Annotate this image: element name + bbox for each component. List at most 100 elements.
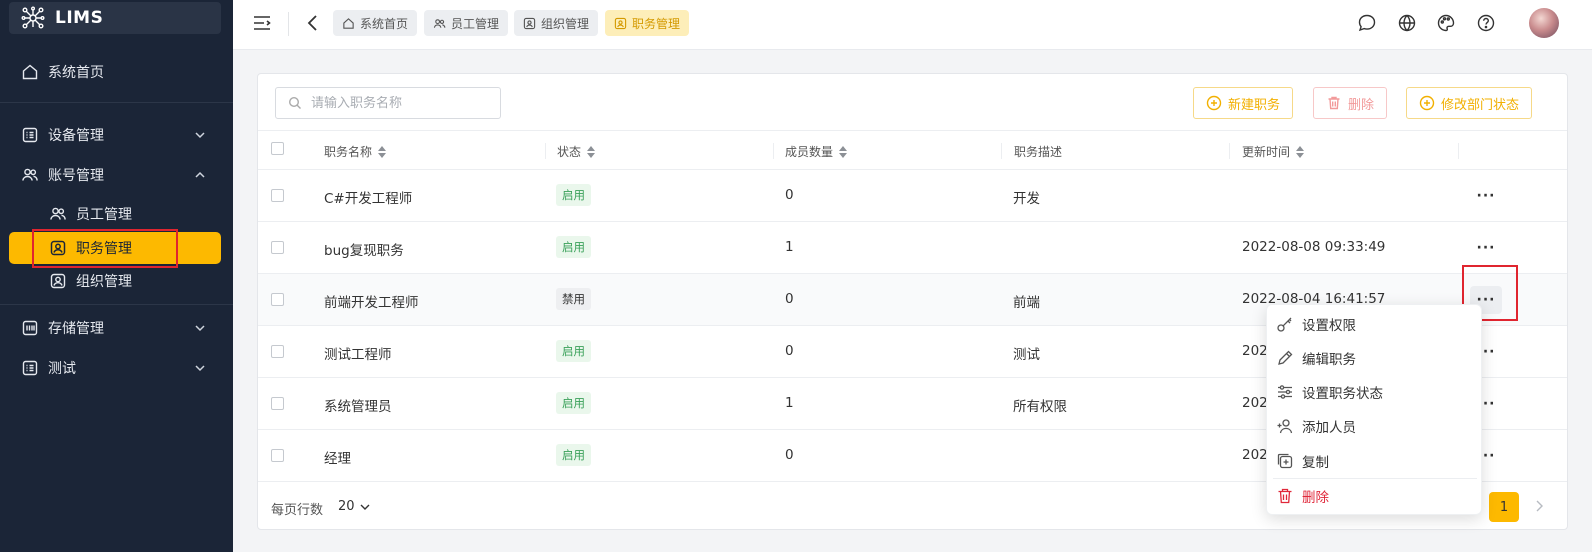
member-count: 0 — [785, 447, 794, 463]
new-position-button[interactable]: 新建职务 — [1193, 87, 1294, 119]
sidebar-item-label: 设备管理 — [48, 128, 104, 144]
updated-time: 202 — [1242, 343, 1268, 359]
list-icon — [21, 359, 39, 377]
sort-icon — [378, 145, 387, 158]
trash-icon — [1278, 488, 1292, 504]
column-header-updated[interactable]: 更新时间 — [1242, 143, 1305, 160]
column-divider — [773, 143, 774, 159]
rows-per-page-label: 每页行数 — [271, 503, 324, 518]
app-title: LIMS — [55, 8, 104, 28]
menu-item-set-permissions[interactable]: 设置权限 — [1267, 307, 1483, 341]
change-department-status-button[interactable]: 修改部门状态 — [1406, 87, 1533, 119]
new-position-label: 新建职务 — [1228, 97, 1281, 113]
list-icon — [21, 126, 39, 144]
user-avatar[interactable] — [1529, 8, 1559, 38]
search-field[interactable] — [275, 87, 501, 119]
sort-icon — [587, 145, 596, 158]
badge-icon — [523, 17, 536, 29]
sidebar-item-home[interactable]: 系统首页 — [9, 56, 221, 88]
change-status-label: 修改部门状态 — [1441, 97, 1520, 113]
chevron-right-icon[interactable] — [1531, 498, 1547, 514]
page-button-current[interactable]: 1 — [1489, 492, 1519, 522]
sort-icon — [1296, 145, 1305, 158]
home-icon — [343, 17, 354, 29]
updated-time: 202 — [1242, 395, 1268, 411]
status-badge: 启用 — [556, 236, 591, 258]
row-checkbox[interactable] — [271, 345, 284, 358]
column-divider — [1458, 143, 1459, 159]
sidebar-item-organizations[interactable]: 组织管理 — [9, 265, 221, 297]
breadcrumb-positions[interactable]: 职务管理 — [605, 10, 690, 36]
sidebar-item-label: 账号管理 — [48, 168, 104, 184]
position-name: 系统管理员 — [324, 399, 392, 415]
globe-icon[interactable] — [1397, 13, 1417, 33]
rows-per-page-select[interactable]: 20 — [338, 499, 371, 514]
sidebar-item-storage[interactable]: 存储管理 — [9, 312, 221, 344]
top-header: 系统首页 员工管理 组织管理 职务管理 — [233, 0, 1592, 50]
member-count: 0 — [785, 187, 794, 203]
network-logo-icon — [21, 6, 45, 29]
row-actions-menu: 设置权限 编辑职务 设置职务状态 添加人员 复制 删除 — [1266, 304, 1482, 515]
menu-item-add-member[interactable]: 添加人员 — [1267, 409, 1483, 443]
back-arrow-icon[interactable] — [303, 13, 323, 33]
column-header-members[interactable]: 成员数量 — [785, 143, 848, 160]
menu-item-edit-position[interactable]: 编辑职务 — [1267, 341, 1483, 375]
row-checkbox[interactable] — [271, 241, 284, 254]
breadcrumb-label: 员工管理 — [451, 16, 500, 31]
breadcrumb-employees[interactable]: 员工管理 — [424, 10, 509, 36]
status-badge: 启用 — [556, 444, 591, 466]
row-checkbox[interactable] — [271, 397, 284, 410]
chevron-down-icon — [195, 132, 205, 139]
help-icon[interactable] — [1476, 13, 1496, 33]
plus-circle-icon — [1419, 95, 1435, 111]
users-icon — [49, 205, 67, 223]
column-header-name[interactable]: 职务名称 — [324, 143, 387, 160]
row-checkbox[interactable] — [271, 293, 284, 306]
menu-item-set-status[interactable]: 设置职务状态 — [1267, 375, 1483, 409]
sidebar-item-accounts[interactable]: 账号管理 — [9, 159, 221, 191]
select-all-checkbox[interactable] — [271, 142, 284, 155]
menu-item-copy[interactable]: 复制 — [1267, 444, 1483, 478]
breadcrumb-label: 组织管理 — [541, 16, 590, 31]
sidebar-item-employees[interactable]: 员工管理 — [9, 198, 221, 230]
users-icon — [21, 166, 39, 184]
position-description: 测试 — [1013, 347, 1040, 363]
badge-icon — [49, 272, 67, 290]
menu-item-delete[interactable]: 删除 — [1267, 479, 1483, 513]
updated-time: 202 — [1242, 447, 1268, 463]
rows-per-page-value: 20 — [338, 499, 355, 514]
more-actions-button[interactable]: ··· — [1470, 234, 1502, 262]
message-icon[interactable] — [1357, 13, 1377, 33]
palette-icon[interactable] — [1436, 13, 1456, 33]
sort-icon — [839, 145, 848, 158]
delete-button[interactable]: 删除 — [1313, 87, 1388, 119]
sidebar-item-test[interactable]: 测试 — [9, 352, 221, 384]
menu-toggle-icon[interactable] — [252, 13, 272, 33]
row-checkbox[interactable] — [271, 449, 284, 462]
home-icon — [21, 63, 39, 81]
row-checkbox[interactable] — [271, 189, 284, 202]
breadcrumb-organizations[interactable]: 组织管理 — [514, 10, 599, 36]
trash-icon — [1328, 96, 1340, 110]
position-name: 经理 — [324, 451, 351, 467]
column-divider — [1229, 143, 1230, 159]
column-header-description: 职务描述 — [1014, 145, 1063, 159]
position-description: 前端 — [1013, 295, 1040, 311]
updated-time: 2022-08-08 09:33:49 — [1242, 239, 1386, 255]
column-header-status[interactable]: 状态 — [557, 143, 596, 160]
sidebar-item-label: 系统首页 — [48, 65, 104, 81]
key-icon — [1277, 317, 1292, 332]
table-row[interactable]: C#开发工程师 启用 0 开发 ··· — [258, 170, 1567, 222]
table-row[interactable]: bug复现职务 启用 1 2022-08-08 09:33:49 ··· — [258, 222, 1567, 274]
status-badge: 启用 — [556, 184, 591, 206]
breadcrumb-home[interactable]: 系统首页 — [333, 10, 418, 36]
search-input[interactable] — [311, 95, 491, 111]
sidebar: LIMS 系统首页 设备管理 账号管理 员工管理 职务管理 组织管理 存储管理 … — [0, 0, 233, 552]
breadcrumb-label: 系统首页 — [360, 16, 409, 31]
more-actions-button[interactable]: ··· — [1470, 182, 1502, 210]
app-logo-bar[interactable]: LIMS — [9, 2, 221, 34]
sidebar-item-devices[interactable]: 设备管理 — [9, 119, 221, 151]
table-header: 职务名称 状态 成员数量 职务描述 更新时间 — [258, 130, 1567, 170]
sidebar-item-label: 测试 — [48, 361, 76, 377]
sidebar-item-label: 组织管理 — [76, 274, 132, 290]
